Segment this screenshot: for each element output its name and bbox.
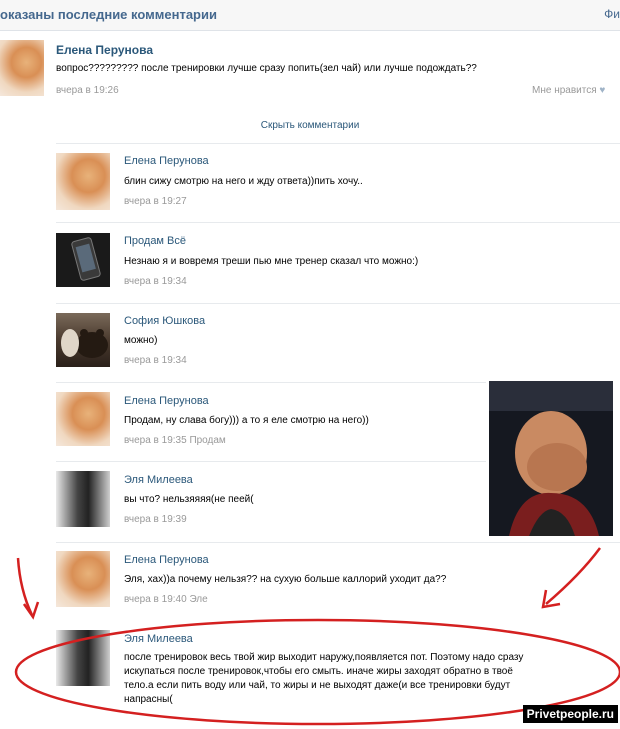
header-title: оказаны последние комментарии	[0, 7, 217, 22]
comment-separator	[56, 382, 486, 383]
comment-text: блин сижу смотрю на него и жду ответа))п…	[124, 176, 363, 187]
comment-text: вы что? нельзяяяя(не пеей(	[124, 494, 254, 505]
comment-text: Незнаю я и вовремя треши пью мне тренер …	[124, 256, 419, 267]
comment-author[interactable]: Эля Милеева	[124, 633, 193, 645]
comment-avatar[interactable]	[56, 392, 110, 446]
comment-time[interactable]: вчера в 19:40	[124, 594, 187, 605]
comment-separator	[56, 461, 486, 462]
hide-comments-link[interactable]: Скрыть комментарии	[0, 120, 620, 131]
reply-to-link[interactable]: Продам	[189, 435, 225, 446]
post-text: вопрос????????? после тренировки лучше с…	[56, 63, 477, 74]
left-arrow-head	[22, 601, 40, 620]
comment-separator	[56, 143, 620, 144]
heart-icon: ♥	[599, 85, 606, 96]
comment-text: Эля, хах))а почему нельзя?? на сухую бол…	[124, 574, 447, 585]
comment-avatar[interactable]	[56, 551, 110, 607]
comment-separator	[56, 542, 620, 543]
like-label: Мне нравится	[532, 85, 597, 96]
comment-separator	[56, 222, 620, 223]
comment-text-line: после тренировок весь твой жир выходит н…	[124, 652, 524, 663]
comment-author[interactable]: Елена Перунова	[124, 395, 209, 407]
facepalm-photo-icon	[489, 381, 613, 536]
comment-text: Продам, ну слава богу))) а то я еле смот…	[124, 415, 369, 426]
comment-time[interactable]: вчера в 19:34	[124, 355, 187, 366]
bear-photo-icon	[61, 329, 108, 358]
comment-author[interactable]: Продам Всё	[124, 235, 186, 247]
reply-to-link[interactable]: Эле	[189, 594, 207, 605]
comment-author[interactable]: Елена Перунова	[124, 554, 209, 566]
comment-text-line: тело.а если пить воду или чай, то жиры и…	[124, 680, 511, 691]
comment-meta: вчера в 19:40 Эле	[124, 594, 208, 605]
post-author-name[interactable]: Елена Перунова	[56, 43, 153, 57]
comment-time[interactable]: вчера в 19:34	[124, 276, 187, 287]
comment-text-line: искупаться после тренировок,чтобы его см…	[124, 666, 513, 677]
left-arrow	[16, 557, 34, 616]
like-button[interactable]: Мне нравится ♥	[532, 85, 605, 96]
right-arrow	[545, 547, 602, 605]
comment-author[interactable]: Елена Перунова	[124, 155, 209, 167]
post-author-avatar[interactable]	[0, 40, 44, 96]
comment-avatar[interactable]	[56, 233, 110, 287]
comment-time[interactable]: вчера в 19:27	[124, 196, 187, 207]
comment-avatar[interactable]	[56, 153, 110, 210]
comment-time[interactable]: вчера в 19:35	[124, 435, 187, 446]
comment-text: после тренировок весь твой жир выходит н…	[124, 651, 618, 707]
comment-text: можно)	[124, 335, 158, 346]
comment-separator	[56, 303, 620, 304]
comment-author[interactable]: София Юшкова	[124, 315, 205, 327]
comment-avatar[interactable]	[56, 630, 110, 686]
facepalm-image	[489, 381, 613, 536]
comment-meta: вчера в 19:35 Продам	[124, 435, 226, 446]
right-arrow-head	[541, 589, 561, 609]
post-time[interactable]: вчера в 19:26	[56, 85, 119, 96]
header-right-link[interactable]: Фи	[604, 7, 620, 21]
top-bar: оказаны последние комментарии Фи	[0, 0, 620, 31]
comment-avatar[interactable]	[56, 313, 110, 367]
comment-avatar[interactable]	[56, 471, 110, 527]
watermark: Privetpeople.ru	[522, 705, 618, 723]
comment-author[interactable]: Эля Милеева	[124, 474, 193, 486]
comment-time[interactable]: вчера в 19:39	[124, 514, 187, 525]
phone-icon	[71, 237, 101, 281]
